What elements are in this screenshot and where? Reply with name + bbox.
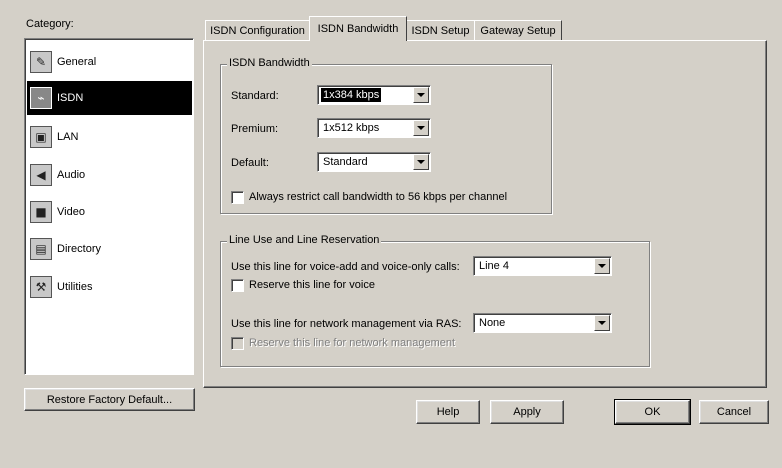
category-list[interactable]: ✎ General ⌁ ISDN ▣ LAN ◀ Audio ■ Video ▤…	[24, 38, 194, 375]
category-item-label: Directory	[57, 243, 102, 255]
premium-value: 1x512 kbps	[323, 122, 380, 134]
premium-label: Premium:	[231, 123, 279, 135]
chevron-down-icon[interactable]	[594, 315, 610, 331]
ras-line-value: None	[479, 317, 506, 329]
category-item-label: ISDN	[57, 92, 84, 104]
category-item-isdn[interactable]: ⌁ ISDN	[27, 81, 192, 115]
network-computers-icon: ▣	[30, 126, 52, 148]
standard-label: Standard:	[231, 90, 279, 102]
default-value: Standard	[323, 156, 368, 168]
premium-dropdown[interactable]: 1x512 kbps	[317, 118, 431, 138]
category-item-label: Video	[57, 206, 85, 218]
reserve-voice-checkbox[interactable]	[231, 279, 244, 292]
chevron-down-icon[interactable]	[594, 258, 610, 274]
cancel-button[interactable]: Cancel	[699, 400, 769, 424]
ras-line-dropdown[interactable]: None	[473, 313, 612, 333]
reserve-voice-label: Reserve this line for voice	[249, 279, 375, 291]
category-item-label: LAN	[57, 131, 79, 143]
category-item-directory[interactable]: ▤ Directory	[27, 232, 192, 266]
category-item-utilities[interactable]: ⚒ Utilities	[27, 270, 192, 304]
default-dropdown[interactable]: Standard	[317, 152, 431, 172]
isdn-bandwidth-group: ISDN Bandwidth Standard: 1x384 kbps Prem…	[220, 57, 552, 214]
voice-line-label: Use this line for voice-add and voice-on…	[231, 261, 460, 273]
chevron-down-icon[interactable]	[413, 154, 429, 170]
notepad-icon: ✎	[30, 51, 52, 73]
isdn-cable-icon: ⌁	[30, 87, 52, 109]
speaker-icon: ◀	[30, 164, 52, 186]
category-item-label: General	[57, 56, 97, 68]
ok-button[interactable]: OK	[614, 399, 691, 425]
restrict-bandwidth-checkbox[interactable]	[231, 191, 244, 204]
tab-label: ISDN Bandwidth	[317, 23, 399, 35]
tab-isdn-setup[interactable]: ISDN Setup	[406, 20, 475, 40]
tab-isdn-configuration[interactable]: ISDN Configuration	[205, 20, 310, 40]
tab-gateway-setup[interactable]: Gateway Setup	[474, 20, 562, 40]
category-item-lan[interactable]: ▣ LAN	[27, 120, 192, 154]
category-label: Category:	[26, 18, 74, 30]
book-icon: ▤	[30, 238, 52, 260]
restore-factory-default-button[interactable]: Restore Factory Default...	[24, 388, 195, 411]
chevron-down-icon[interactable]	[413, 120, 429, 136]
tools-icon: ⚒	[30, 276, 52, 298]
category-item-general[interactable]: ✎ General	[27, 45, 192, 79]
tab-label: Gateway Setup	[480, 24, 556, 37]
category-item-label: Utilities	[57, 281, 93, 293]
category-item-video[interactable]: ■ Video	[27, 195, 192, 229]
group-title: Line Use and Line Reservation	[227, 234, 382, 246]
reserve-mgmt-label: Reserve this line for network management	[249, 337, 456, 349]
restrict-bandwidth-label: Always restrict call bandwidth to 56 kbp…	[249, 191, 508, 203]
tab-label: ISDN Setup	[411, 24, 470, 37]
reserve-mgmt-checkbox	[231, 337, 244, 350]
ras-line-label: Use this line for network management via…	[231, 318, 462, 330]
category-item-audio[interactable]: ◀ Audio	[27, 158, 192, 192]
tab-isdn-bandwidth[interactable]: ISDN Bandwidth	[309, 16, 407, 41]
standard-value: 1x384 kbps	[321, 88, 382, 102]
voice-line-dropdown[interactable]: Line 4	[473, 256, 612, 276]
voice-line-value: Line 4	[479, 260, 509, 272]
group-title: ISDN Bandwidth	[227, 57, 312, 69]
tab-label: ISDN Configuration	[210, 24, 305, 37]
help-button[interactable]: Help	[416, 400, 480, 424]
chevron-down-icon[interactable]	[413, 87, 429, 103]
apply-button[interactable]: Apply	[490, 400, 564, 424]
line-use-group: Line Use and Line Reservation Use this l…	[220, 234, 650, 367]
camera-icon: ■	[30, 201, 52, 223]
default-label: Default:	[231, 157, 269, 169]
category-item-label: Audio	[57, 169, 86, 181]
standard-dropdown[interactable]: 1x384 kbps	[317, 85, 431, 105]
